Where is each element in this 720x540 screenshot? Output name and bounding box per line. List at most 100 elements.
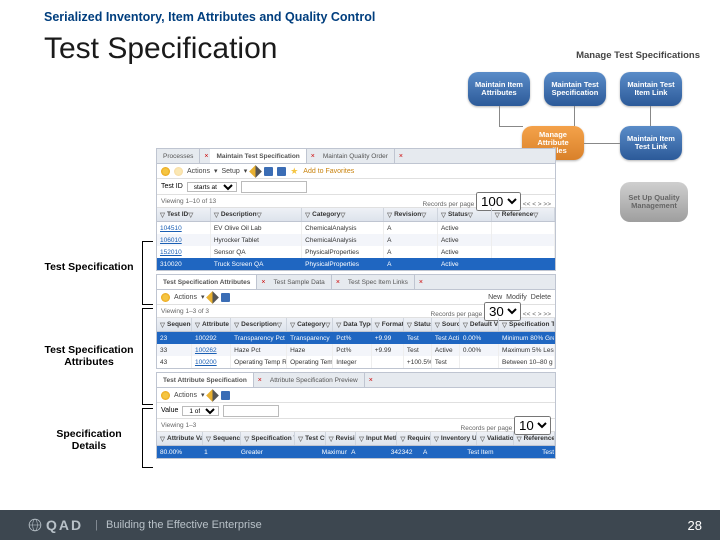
tab-test-attr-spec[interactable]: Test Attribute Specification xyxy=(157,373,254,387)
edit-icon[interactable] xyxy=(249,165,262,178)
cell: +9.99 xyxy=(372,344,404,356)
tab-close-icon[interactable]: × xyxy=(307,153,317,160)
table-row[interactable]: 106010Hyrocker TabletChemicalAnalysisAAc… xyxy=(157,234,555,246)
edit-icon[interactable] xyxy=(207,291,220,304)
cell: Sensor QA xyxy=(211,246,302,258)
table-row[interactable]: 104510EV Olive Oil LabChemicalAnalysisAA… xyxy=(157,222,555,234)
cell: Test Item xyxy=(464,446,499,458)
cell: Haze Pct xyxy=(231,344,287,356)
panel1-status: Viewing 1–10 of 13 Records per page 100 … xyxy=(157,195,555,208)
column-header[interactable]: ▽Test ID ▽ xyxy=(157,208,211,221)
panel3-status: Viewing 1–3 Records per page 10 xyxy=(157,419,555,432)
column-header[interactable]: ▽Reference ▽ xyxy=(514,432,555,445)
cell xyxy=(372,356,404,368)
tab-close-icon[interactable]: × xyxy=(200,153,210,160)
cell xyxy=(289,446,318,458)
column-header[interactable]: ▽Revision ▽ xyxy=(384,208,438,221)
grid-icon[interactable] xyxy=(264,167,273,176)
column-header[interactable]: ▽Revision ▽ xyxy=(326,432,356,445)
column-header[interactable]: ▽Validation ▽ xyxy=(477,432,514,445)
column-header[interactable]: ▽Specification Type ▽ xyxy=(241,432,295,445)
filter-operator[interactable]: 1 of xyxy=(182,406,219,416)
panel2-columns: ▽Sequence ▽▽Attribute ID ▽▽Description ▽… xyxy=(157,318,555,332)
nav-back-icon[interactable] xyxy=(161,167,170,176)
column-header[interactable]: ▽Description ▽ xyxy=(211,208,302,221)
tab-test-spec-item-links[interactable]: Test Spec Item Links xyxy=(342,275,415,289)
grid-icon[interactable] xyxy=(221,293,230,302)
status-range: Viewing 1–10 of 13 xyxy=(161,198,216,205)
column-header[interactable]: ▽Sequence ▽ xyxy=(157,318,192,331)
cell: Greater xyxy=(238,446,290,458)
column-header[interactable]: ▽Attribute ID ▽ xyxy=(192,318,231,331)
cell: 80.00% xyxy=(157,446,201,458)
table-row[interactable]: 310020Truck Screen QAPhysicalPropertiesA… xyxy=(157,258,555,270)
toolbar-setup[interactable]: Setup xyxy=(221,168,239,175)
diag-box-setup-qm: Set Up Quality Management xyxy=(620,182,688,222)
edit-icon[interactable] xyxy=(207,389,220,402)
table-row[interactable]: 43100200Operating Temp RangeOperating Te… xyxy=(157,356,555,368)
panel2-status: Viewing 1–3 of 3 Records per page 30 << … xyxy=(157,305,555,318)
toolbar-new[interactable]: New xyxy=(488,294,502,301)
tab-test-sample-data[interactable]: Test Sample Data xyxy=(268,275,332,289)
annotation-test-spec: Test Specification xyxy=(44,261,134,273)
tab-processes[interactable]: Processes xyxy=(157,149,200,163)
column-header[interactable]: ▽Format ▽ xyxy=(372,318,404,331)
cell xyxy=(492,222,555,234)
column-header[interactable]: ▽Specification Type ▽ xyxy=(499,318,555,331)
star-icon[interactable]: ★ xyxy=(290,167,299,176)
table-row[interactable]: 152010Sensor QAPhysicalPropertiesAActive xyxy=(157,246,555,258)
nav-fwd-icon[interactable] xyxy=(174,167,183,176)
cell xyxy=(492,234,555,246)
tab-attr-spec-preview[interactable]: Attribute Specification Preview xyxy=(264,373,365,387)
toolbar-fav[interactable]: Add to Favorites xyxy=(303,168,354,175)
cell: 1 xyxy=(201,446,238,458)
filter-value[interactable] xyxy=(241,181,307,193)
column-header[interactable]: ▽Source ▽ xyxy=(432,318,460,331)
filter-value[interactable] xyxy=(223,405,279,417)
toolbar-actions[interactable]: Actions xyxy=(187,168,210,175)
nav-back-icon[interactable] xyxy=(161,293,170,302)
column-header[interactable]: ▽Required ▽ xyxy=(397,432,431,445)
column-header[interactable]: ▽Category ▽ xyxy=(302,208,384,221)
column-header[interactable]: ▽Attribute Value ▽ xyxy=(157,432,203,445)
diag-box-item-test-link: Maintain Item Test Link xyxy=(620,126,682,160)
cell: Test xyxy=(432,356,460,368)
filter-operator[interactable]: starts at xyxy=(187,182,237,192)
tab-close-icon[interactable]: × xyxy=(332,279,342,286)
column-header[interactable]: ▽Input Method ▽ xyxy=(356,432,397,445)
tab-close-icon[interactable]: × xyxy=(415,279,425,286)
column-header[interactable]: ▽Sequence ▽ xyxy=(203,432,241,445)
column-header[interactable]: ▽Status ▽ xyxy=(404,318,432,331)
tab-close-icon[interactable]: × xyxy=(365,377,375,384)
column-header[interactable]: ▽Reference ▽ xyxy=(492,208,555,221)
cell: Transparency Pct xyxy=(231,332,287,344)
grid2-icon[interactable] xyxy=(277,167,286,176)
column-header[interactable]: ▽Data Type ▽ xyxy=(333,318,371,331)
cell: Maximum 5% Less xyxy=(499,344,555,356)
nav-back-icon[interactable] xyxy=(161,391,170,400)
tab-close-icon[interactable]: × xyxy=(257,279,267,286)
table-row[interactable]: 80.00%1GreaterMaximum 87%A342342ATest It… xyxy=(157,446,555,458)
column-header[interactable]: ▽Test C ▽ xyxy=(295,432,325,445)
cell: 0.00% xyxy=(460,344,499,356)
cell xyxy=(499,446,539,458)
tab-maintain-test-spec[interactable]: Maintain Test Specification xyxy=(210,149,306,163)
column-header[interactable]: ▽Default Value ▽ xyxy=(460,318,499,331)
toolbar-modify[interactable]: Modify xyxy=(506,294,527,301)
tab-close-icon[interactable]: × xyxy=(395,153,405,160)
column-header[interactable]: ▽Category ▽ xyxy=(287,318,333,331)
table-row[interactable]: 23100292Transparency PctTransparencyPct%… xyxy=(157,332,555,344)
column-header[interactable]: ▽Inventory Update ▽ xyxy=(431,432,477,445)
tab-maintain-quality-order[interactable]: Maintain Quality Order xyxy=(317,149,395,163)
cell: ChemicalAnalysis xyxy=(302,222,384,234)
table-row[interactable]: 33100262Haze PctHazePct%+9.99TestActive0… xyxy=(157,344,555,356)
column-header[interactable]: ▽Status ▽ xyxy=(438,208,492,221)
tab-close-icon[interactable]: × xyxy=(254,377,264,384)
toolbar-delete[interactable]: Delete xyxy=(531,294,551,301)
toolbar-actions[interactable]: Actions xyxy=(174,392,197,399)
tab-test-spec-attributes[interactable]: Test Specification Attributes xyxy=(157,275,257,289)
grid-icon[interactable] xyxy=(221,391,230,400)
column-header[interactable]: ▽Description ▽ xyxy=(231,318,287,331)
panel-test-specification: Processes× Maintain Test Specification× … xyxy=(156,148,556,271)
toolbar-actions[interactable]: Actions xyxy=(174,294,197,301)
